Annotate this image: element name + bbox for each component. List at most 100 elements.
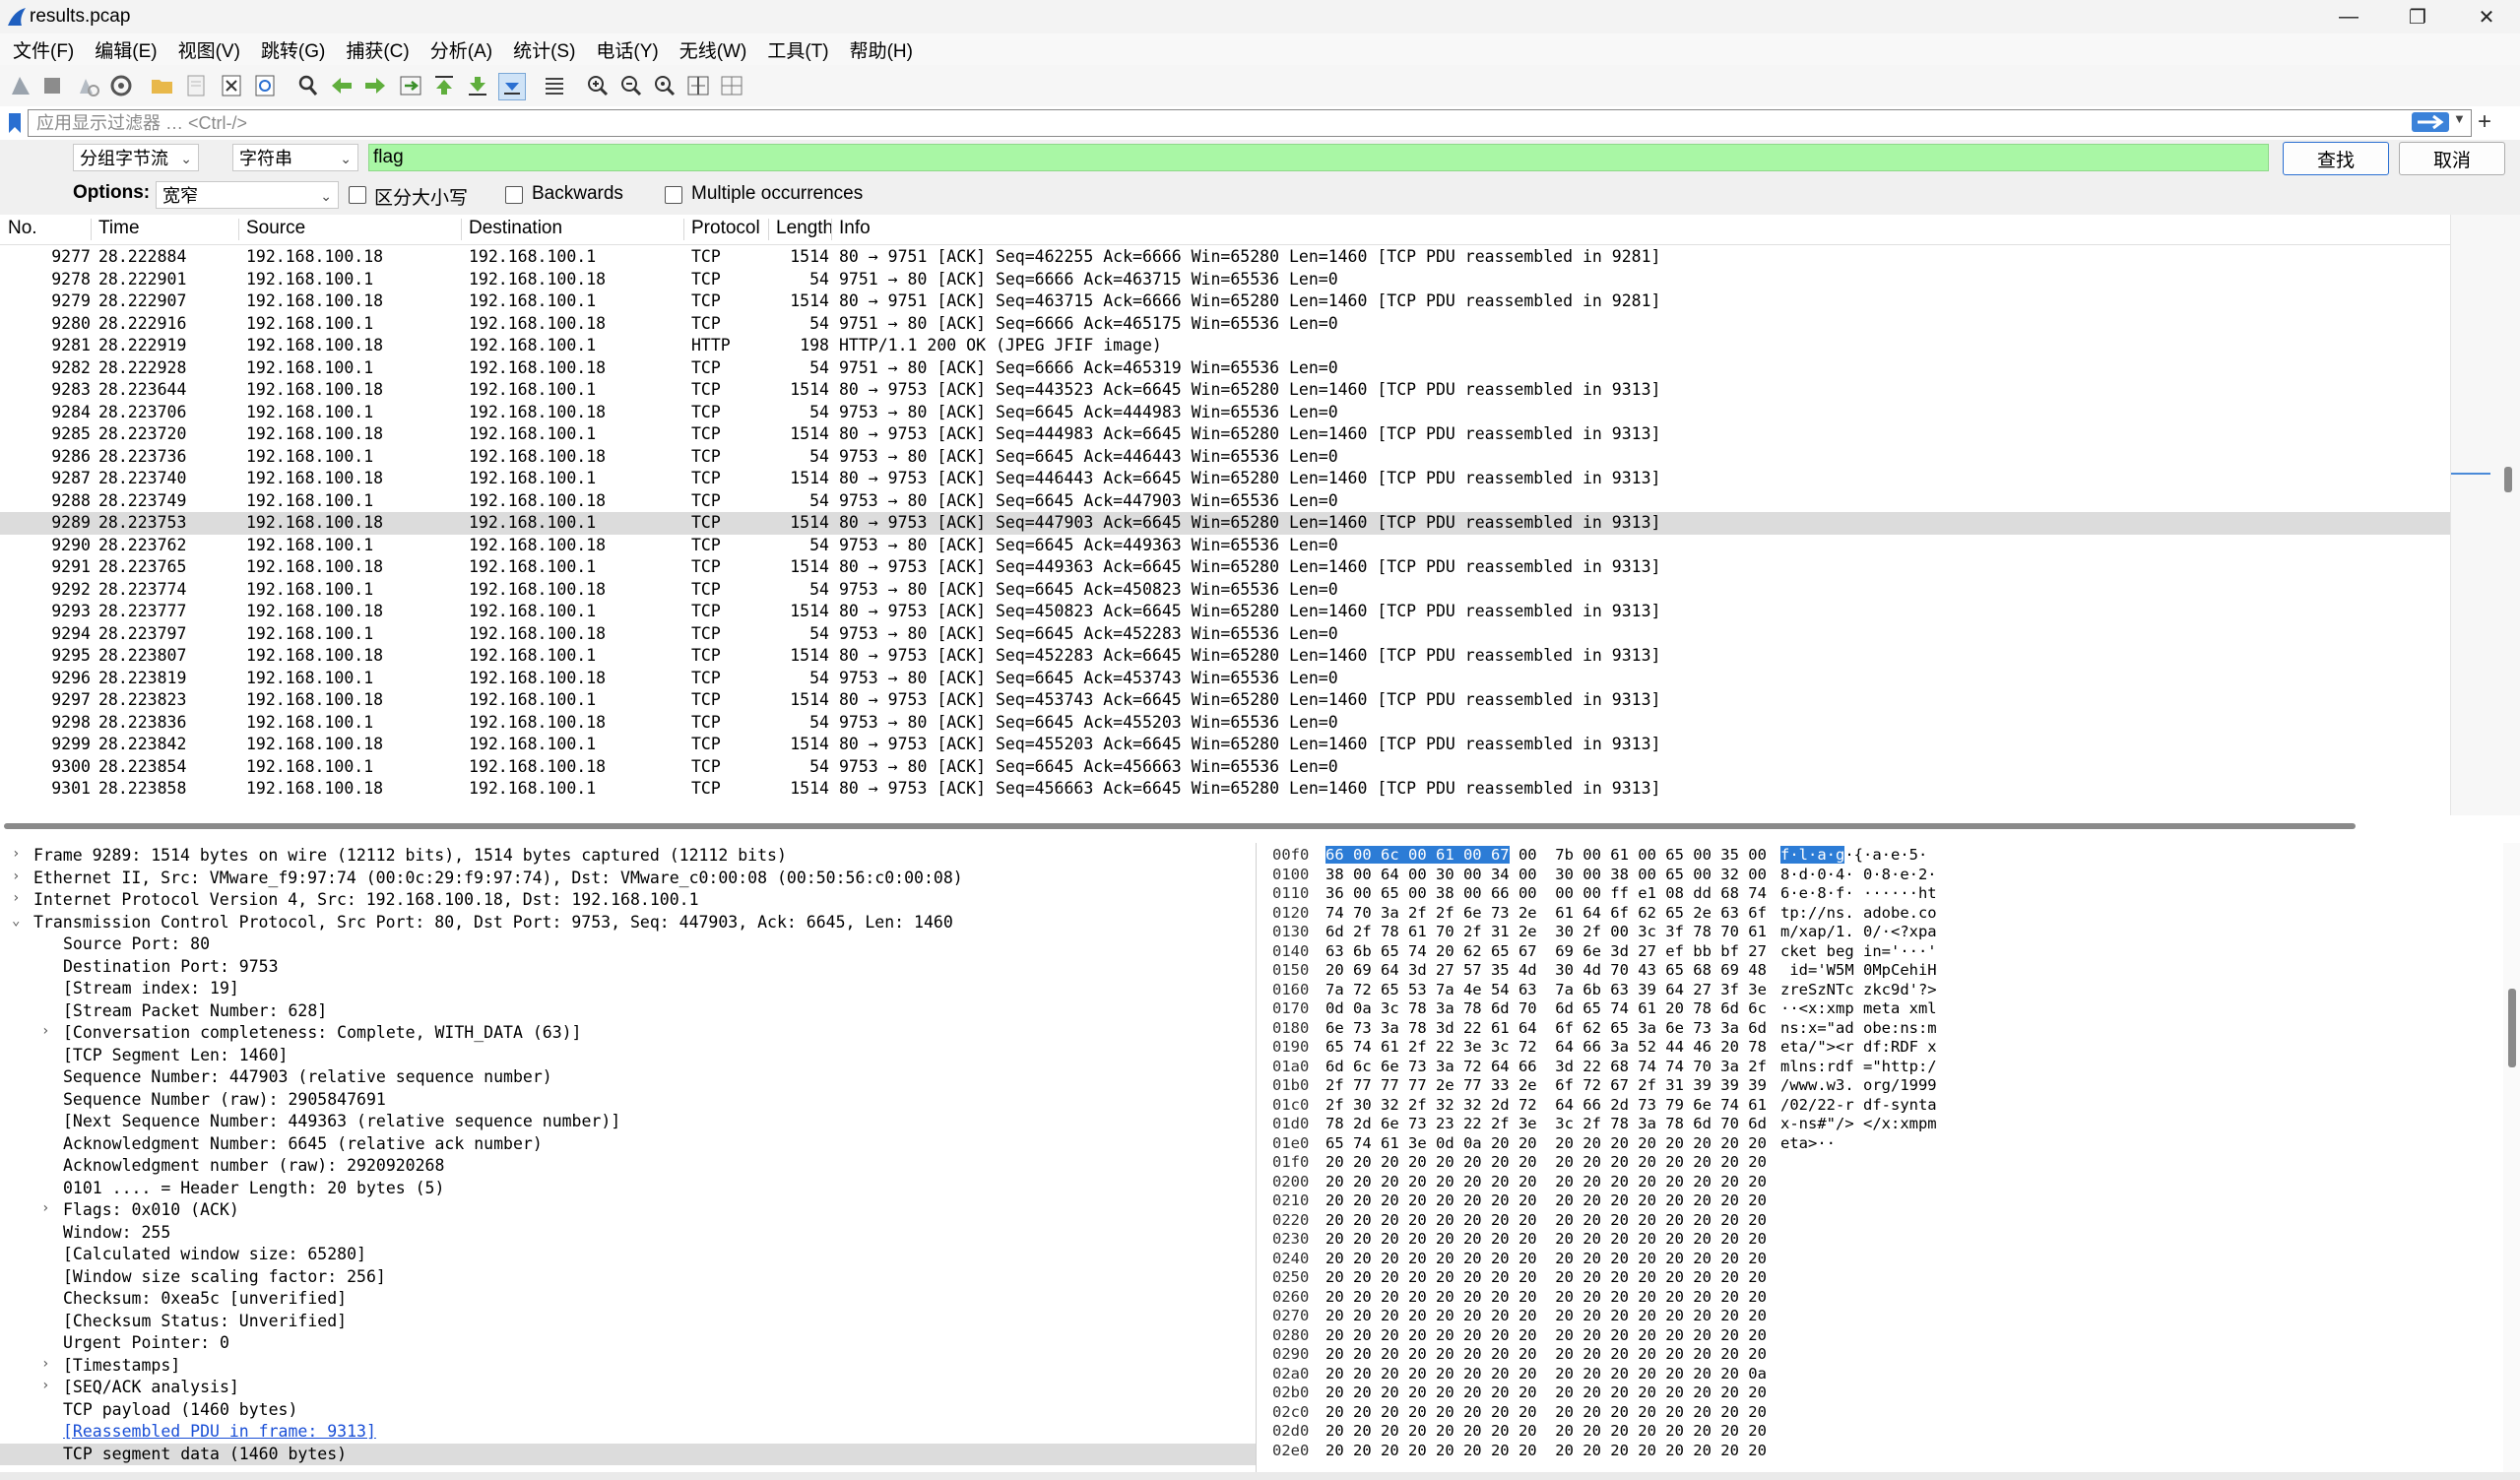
bytes-row[interactable]: 01a0 6d 6c 6e 73 3a 72 64 66 3d 22 68 74 … (1260, 1058, 2501, 1077)
scrollbar-thumb[interactable] (2504, 467, 2512, 492)
packet-row[interactable]: 9283 28.223644 192.168.100.18 192.168.100.1… (0, 379, 2452, 402)
menu-view[interactable]: 视图(V) (165, 36, 248, 63)
packet-row[interactable]: 9300 28.223854 192.168.100.1 192.168.100.18… (0, 756, 2452, 779)
packet-row[interactable]: 9293 28.223777 192.168.100.18 192.168.100.1… (0, 601, 2452, 623)
go-to-packet-icon[interactable] (398, 73, 423, 98)
filter-history-chevron-icon[interactable]: ▼ (2453, 111, 2466, 126)
detail-row[interactable]: Urgent Pointer: 0 (0, 1332, 1256, 1355)
detail-row[interactable]: › Ethernet II, Src: VMware_f9:97:74 (00:0… (0, 868, 1256, 890)
charset-select[interactable]: 宽窄 ⌄ (156, 181, 339, 209)
detail-row[interactable]: TCP payload (1460 bytes) (0, 1399, 1256, 1422)
expand-chevron-icon[interactable]: › (41, 1378, 49, 1393)
column-divider[interactable] (91, 219, 92, 240)
detail-row[interactable]: [Window size scaling factor: 256] (0, 1266, 1256, 1289)
normal-size-icon[interactable] (652, 73, 678, 98)
reload-file-icon[interactable] (252, 73, 278, 98)
collapse-chevron-icon[interactable]: ⌄ (12, 913, 20, 929)
bytes-row[interactable]: 0240 20 20 20 20 20 20 20 20 20 20 20 20 … (1260, 1250, 2501, 1269)
packet-row[interactable]: 9297 28.223823 192.168.100.18 192.168.100.1… (0, 689, 2452, 712)
stop-capture-icon[interactable] (39, 73, 65, 98)
packet-row[interactable]: 9277 28.222884 192.168.100.18 192.168.100.1… (0, 246, 2452, 269)
column-divider[interactable] (683, 219, 684, 240)
column-header-protocol[interactable]: Protocol (691, 218, 760, 239)
packet-row[interactable]: 9287 28.223740 192.168.100.18 192.168.100.1… (0, 468, 2452, 490)
detail-row[interactable]: Window: 255 (0, 1222, 1256, 1245)
bytes-row[interactable]: 0230 20 20 20 20 20 20 20 20 20 20 20 20 … (1260, 1230, 2501, 1250)
reassembled-frame-link[interactable]: [Reassembled PDU in frame: 9313] (63, 1422, 376, 1441)
packet-row[interactable]: 9296 28.223819 192.168.100.1 192.168.100.18… (0, 668, 2452, 690)
packet-row[interactable]: 9280 28.222916 192.168.100.1 192.168.100.18… (0, 313, 2452, 336)
column-header-source[interactable]: Source (246, 218, 305, 239)
go-back-icon[interactable] (329, 73, 355, 98)
expand-chevron-icon[interactable]: › (12, 890, 20, 906)
bytes-scrollbar[interactable] (2503, 843, 2520, 1473)
detail-row[interactable]: 0101 .... = Header Length: 20 bytes (5) (0, 1178, 1256, 1200)
packet-row[interactable]: 9289 28.223753 192.168.100.18 192.168.100.1… (0, 512, 2452, 535)
column-header-info[interactable]: Info (839, 218, 871, 239)
column-divider[interactable] (461, 219, 462, 240)
detail-row[interactable]: › [Conversation completeness: Complete, W… (0, 1022, 1256, 1045)
packet-row[interactable]: 9284 28.223706 192.168.100.1 192.168.100.18… (0, 402, 2452, 424)
bytes-row[interactable]: 02b0 20 20 20 20 20 20 20 20 20 20 20 20 … (1260, 1383, 2501, 1403)
packet-row[interactable]: 9290 28.223762 192.168.100.1 192.168.100.18… (0, 535, 2452, 557)
packet-row[interactable]: 9281 28.222919 192.168.100.18 192.168.100.1… (0, 335, 2452, 357)
case-sensitive-checkbox[interactable] (349, 186, 366, 204)
bytes-row[interactable]: 0290 20 20 20 20 20 20 20 20 20 20 20 20 … (1260, 1345, 2501, 1365)
packet-row[interactable]: 9278 28.222901 192.168.100.1 192.168.100.18… (0, 269, 2452, 291)
bytes-row[interactable]: 0100 38 00 64 00 30 00 34 00 30 00 38 00 … (1260, 866, 2501, 885)
bytes-row[interactable]: 01f0 20 20 20 20 20 20 20 20 20 20 20 20 … (1260, 1153, 2501, 1173)
bytes-row[interactable]: 01d0 78 2d 6e 73 23 22 2f 3e 3c 2f 78 3a … (1260, 1115, 2501, 1134)
bytes-row[interactable]: 0170 0d 0a 3c 78 3a 78 6d 70 6d 65 74 61 … (1260, 999, 2501, 1019)
column-header-no[interactable]: No. (8, 218, 37, 239)
menu-analyze[interactable]: 分析(A) (418, 36, 500, 63)
packet-row[interactable]: 9286 28.223736 192.168.100.1 192.168.100.18… (0, 446, 2452, 469)
column-header-time[interactable]: Time (98, 218, 140, 239)
menu-edit[interactable]: 编辑(E) (82, 36, 164, 63)
detail-row[interactable]: Sequence Number (raw): 2905847691 (0, 1089, 1256, 1112)
bytes-row[interactable]: 0110 36 00 65 00 38 00 66 00 00 00 ff e1 … (1260, 884, 2501, 904)
bytes-row[interactable]: 02a0 20 20 20 20 20 20 20 20 20 20 20 20 … (1260, 1365, 2501, 1384)
packet-row[interactable]: 9285 28.223720 192.168.100.18 192.168.100.1… (0, 423, 2452, 446)
detail-row[interactable]: TCP segment data (1460 bytes) (0, 1443, 1256, 1465)
capture-options-icon[interactable] (108, 73, 134, 98)
detail-row[interactable]: [Reassembled PDU in frame: 9313] (0, 1421, 1256, 1444)
detail-row[interactable]: › [SEQ/ACK analysis] (0, 1377, 1256, 1399)
packet-row[interactable]: 9291 28.223765 192.168.100.18 192.168.100.1… (0, 556, 2452, 579)
packet-list-scrollbar[interactable] (2450, 215, 2520, 815)
menu-wireless[interactable]: 无线(W) (667, 36, 755, 63)
menu-help[interactable]: 帮助(H) (837, 36, 921, 63)
column-divider[interactable] (768, 219, 769, 240)
detail-row[interactable]: [Calculated window size: 65280] (0, 1244, 1256, 1266)
detail-row[interactable]: › Frame 9289: 1514 bytes on wire (12112 b… (0, 845, 1256, 868)
close-file-icon[interactable] (219, 73, 244, 98)
packet-row[interactable]: 9282 28.222928 192.168.100.1 192.168.100.18… (0, 357, 2452, 380)
display-filter-input[interactable] (34, 111, 2402, 135)
expand-chevron-icon[interactable]: › (41, 1356, 49, 1372)
bytes-row[interactable]: 0190 65 74 61 2f 22 3e 3c 72 64 66 3a 52 … (1260, 1038, 2501, 1058)
menu-go[interactable]: 跳转(G) (248, 36, 333, 63)
detail-row[interactable]: Acknowledgment number (raw): 2920920268 (0, 1155, 1256, 1178)
horizontal-scrollbar-thumb[interactable] (4, 823, 2356, 829)
detail-row[interactable]: Checksum: 0xea5c [unverified] (0, 1288, 1256, 1311)
expand-chevron-icon[interactable]: › (12, 869, 20, 884)
cancel-button[interactable]: 取消 (2399, 142, 2505, 175)
packet-row[interactable]: 9292 28.223774 192.168.100.1 192.168.100.18… (0, 579, 2452, 602)
packet-row[interactable]: 9279 28.222907 192.168.100.18 192.168.100.1… (0, 290, 2452, 313)
detail-row[interactable]: › Internet Protocol Version 4, Src: 192.1… (0, 889, 1256, 912)
first-packet-icon[interactable] (431, 73, 457, 98)
open-file-icon[interactable] (150, 73, 175, 98)
bytes-row[interactable]: 0280 20 20 20 20 20 20 20 20 20 20 20 20 … (1260, 1326, 2501, 1346)
close-button[interactable]: ✕ (2452, 0, 2520, 33)
bytes-row[interactable]: 0200 20 20 20 20 20 20 20 20 20 20 20 20 … (1260, 1173, 2501, 1192)
bytes-row[interactable]: 0220 20 20 20 20 20 20 20 20 20 20 20 20 … (1260, 1211, 2501, 1231)
find-button[interactable]: 查找 (2283, 142, 2389, 175)
packet-row[interactable]: 9294 28.223797 192.168.100.1 192.168.100.18… (0, 623, 2452, 646)
save-file-icon[interactable] (183, 73, 209, 98)
detail-row[interactable]: [Stream index: 19] (0, 978, 1256, 1000)
bytes-row[interactable]: 01e0 65 74 61 3e 0d 0a 20 20 20 20 20 20 … (1260, 1134, 2501, 1154)
bytes-row[interactable]: 01c0 2f 30 32 2f 32 32 2d 72 64 66 2d 73 … (1260, 1096, 2501, 1116)
add-filter-button[interactable]: + (2478, 108, 2491, 136)
detail-row[interactable]: [Next Sequence Number: 449363 (relative … (0, 1111, 1256, 1133)
find-packet-icon[interactable] (295, 73, 321, 98)
packet-row[interactable]: 9288 28.223749 192.168.100.1 192.168.100.18… (0, 490, 2452, 513)
